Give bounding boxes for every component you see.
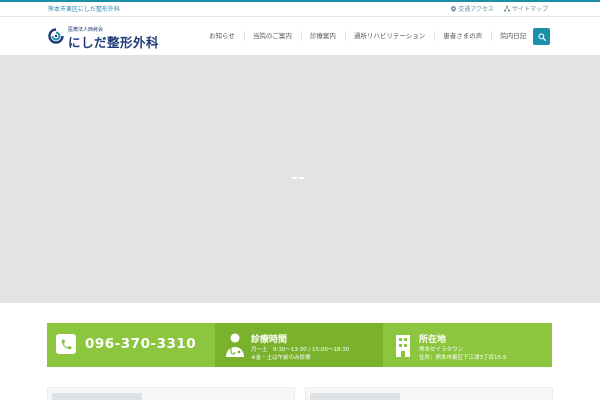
logo-name: にしだ整形外科 (68, 35, 160, 50)
map-pin-icon (451, 5, 457, 12)
top-links: 交通アクセス サイトマップ (451, 4, 548, 13)
loader-dot (292, 177, 297, 179)
site-logo[interactable]: 医療法人西柊会 にしだ整形外科 (48, 25, 178, 50)
feature-cards (47, 387, 553, 400)
hours-line-2: ※金・土は午前のみ診療 (251, 355, 311, 361)
nav-item-voices[interactable]: 患者さまの声 (434, 17, 491, 55)
loader-dot (299, 177, 304, 179)
nav-item-treatment[interactable]: 診療案内 (300, 17, 345, 55)
card-heading-partial (414, 394, 494, 400)
main-nav: お知らせ 当院のご案内 診療案内 通所リハビリテーション 患者さまの声 院内日記 (200, 17, 535, 55)
hero-slider[interactable] (0, 55, 600, 303)
access-link-label: 交通アクセス (458, 6, 494, 13)
top-strip: 熊本市東区にしだ整形外科 交通アクセス サイトマップ (0, 0, 600, 16)
access-link[interactable]: 交通アクセス (451, 4, 494, 13)
nav-item-about[interactable]: 当院のご案内 (243, 17, 301, 55)
building-icon (396, 335, 410, 357)
nav-item-rehab[interactable]: 通所リハビリテーション (344, 17, 434, 55)
sitemap-link[interactable]: サイトマップ (503, 4, 548, 13)
logo-mark-icon (48, 28, 64, 44)
address-panel: 所在地 熊本セイラタウン 住所：熊本市東区下江津3丁目15-5 (383, 323, 552, 367)
sitemap-link-label: サイトマップ (511, 6, 548, 13)
feature-card[interactable] (305, 387, 553, 400)
info-bar: 096-370-3310 診療時間 月〜土 9:30〜13:30 / 15:00… (47, 323, 552, 367)
feature-card[interactable] (47, 387, 295, 400)
phone-panel[interactable]: 096-370-3310 (47, 323, 215, 367)
phone-number: 096-370-3310 (85, 336, 197, 352)
hours-title: 診療時間 (251, 335, 288, 345)
card-thumbnail (52, 393, 142, 400)
site-header: 医療法人西柊会 にしだ整形外科 お知らせ 当院のご案内 診療案内 通所リハビリテ… (0, 17, 600, 55)
hours-line-1: 月〜土 9:30〜13:30 / 15:00〜18:30 (251, 347, 350, 353)
hours-panel: 診療時間 月〜土 9:30〜13:30 / 15:00〜18:30 ※金・土は午… (215, 323, 383, 367)
nav-item-news[interactable]: お知らせ (200, 17, 244, 55)
address-line-2: 住所：熊本市東区下江津3丁目15-5 (419, 355, 507, 361)
sitemap-icon (503, 5, 510, 11)
card-heading-partial (156, 394, 236, 400)
doctor-icon (226, 333, 244, 357)
search-button[interactable] (533, 28, 550, 45)
card-thumbnail (310, 393, 400, 400)
phone-icon (56, 334, 76, 354)
address-line-1: 熊本セイラタウン (419, 347, 464, 353)
nav-item-diary[interactable]: 院内日記 (491, 17, 535, 55)
search-icon (537, 32, 546, 41)
address-title: 所在地 (419, 335, 447, 345)
slider-loading-indicator (292, 177, 304, 179)
site-tagline: 熊本市東区にしだ整形外科 (48, 6, 121, 13)
